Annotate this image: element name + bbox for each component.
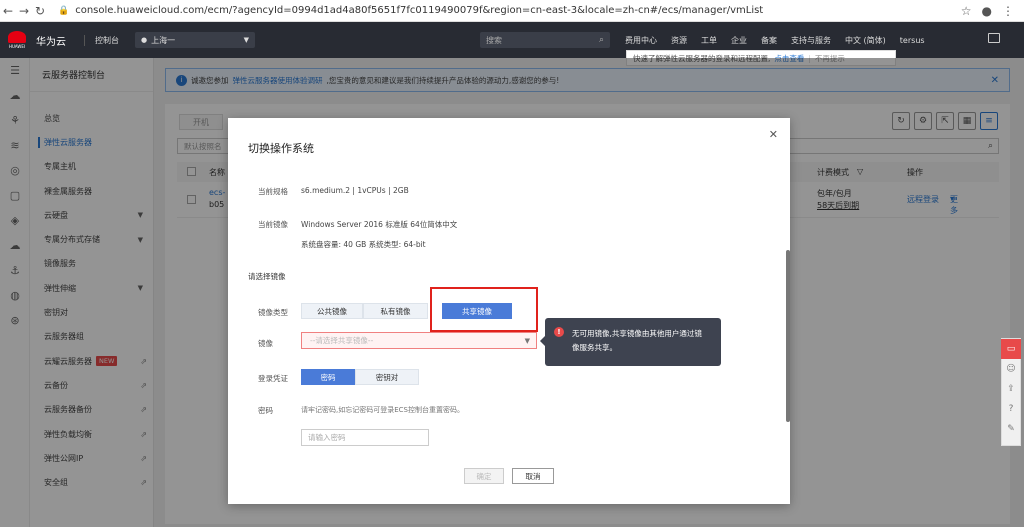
- language-selector[interactable]: 中文 (简体): [845, 35, 886, 46]
- cancel-button[interactable]: 取消: [512, 468, 554, 484]
- image-label: 当前镜像: [258, 220, 288, 229]
- nav-link-billing[interactable]: 费用中心: [625, 35, 657, 46]
- smile-icon[interactable]: ☺: [1001, 359, 1021, 379]
- global-search[interactable]: 搜索 ⌕: [480, 32, 610, 48]
- keypair-tab[interactable]: 密钥对: [355, 369, 419, 385]
- close-icon[interactable]: ✕: [769, 128, 778, 141]
- select-image-heading: 请选择镜像: [248, 272, 286, 281]
- region-label: 上海一: [151, 35, 176, 45]
- spec-value: s6.medium.2 | 1vCPUs | 2GB: [301, 186, 409, 195]
- spec-label: 当前规格: [258, 187, 288, 196]
- back-icon[interactable]: ←: [0, 4, 16, 18]
- credential-label: 登录凭证: [258, 374, 288, 383]
- star-icon[interactable]: ☆: [961, 4, 972, 18]
- floating-toolbar: ▭ ☺ ⇪ ? ✎: [1001, 338, 1021, 446]
- edit-icon[interactable]: ✎: [1001, 419, 1021, 439]
- lock-icon: 🔒: [58, 5, 70, 16]
- brand-name[interactable]: 华为云: [36, 33, 66, 48]
- huawei-logo[interactable]: HUAWEI: [0, 22, 34, 58]
- console-link[interactable]: 控制台: [84, 34, 119, 46]
- chevron-down-icon: ▼: [524, 336, 530, 345]
- help-icon[interactable]: ?: [1001, 399, 1021, 419]
- region-selector[interactable]: ● 上海一 ▼: [135, 32, 255, 48]
- select-placeholder: --请选择共享镜像--: [310, 336, 374, 345]
- account-icon[interactable]: ●: [982, 4, 992, 18]
- location-icon: ●: [141, 36, 148, 44]
- tooltip-line-1: 无可用镜像,共享镜像由其他用户通过镜: [572, 329, 702, 338]
- browser-toolbar: ← → ↻ 🔒 console.huaweicloud.com/ecm/?age…: [0, 0, 1024, 22]
- search-placeholder: 搜索: [486, 35, 502, 45]
- nav-link-resources[interactable]: 资源: [671, 35, 687, 46]
- tooltip-line-2: 像服务共享。: [572, 343, 617, 352]
- error-icon: !: [554, 327, 564, 337]
- credential-selector: 密码 密钥对: [301, 369, 419, 385]
- address-bar[interactable]: 🔒 console.huaweicloud.com/ecm/?agencyId=…: [58, 5, 961, 16]
- disk-value: 系统盘容量: 40 GB 系统类型: 64-bit: [301, 240, 426, 249]
- nav-link-filing[interactable]: 备案: [761, 35, 777, 46]
- feedback-icon[interactable]: ▭: [1001, 339, 1021, 359]
- dialog-scrollbar[interactable]: [786, 250, 790, 422]
- password-hint: 请牢记密码,如忘记密码可登录ECS控制台重置密码。: [301, 406, 464, 414]
- switch-os-dialog: 切换操作系统 ✕ 当前规格 s6.medium.2 | 1vCPUs | 2GB…: [228, 118, 790, 504]
- public-image-tab[interactable]: 公共镜像: [301, 303, 363, 319]
- password-tab[interactable]: 密码: [301, 369, 355, 385]
- mirror-label: 镜像: [258, 339, 273, 348]
- forward-icon[interactable]: →: [16, 4, 32, 18]
- url-text: console.huaweicloud.com/ecm/?agencyId=09…: [75, 5, 764, 16]
- nav-link-enterprise[interactable]: 企业: [731, 35, 747, 46]
- menu-icon[interactable]: ⋮: [1002, 4, 1014, 18]
- chevron-down-icon: ▼: [243, 36, 249, 44]
- logo-flower-icon: [8, 31, 26, 43]
- shared-image-select[interactable]: --请选择共享镜像-- ▼: [301, 332, 537, 349]
- mail-icon[interactable]: [988, 33, 1000, 43]
- reload-icon[interactable]: ↻: [32, 4, 48, 18]
- nav-link-support[interactable]: 支持与服务: [791, 35, 831, 46]
- nav-link-tickets[interactable]: 工单: [701, 35, 717, 46]
- password-label: 密码: [258, 406, 273, 415]
- logo-text: HUAWEI: [8, 44, 26, 49]
- password-placeholder: 请输入密码: [308, 433, 346, 442]
- highlight-box: [430, 287, 538, 332]
- confirm-button[interactable]: 确定: [464, 468, 504, 484]
- user-menu[interactable]: tersus: [900, 36, 925, 45]
- no-image-tooltip: ! 无可用镜像,共享镜像由其他用户通过镜 像服务共享。: [540, 318, 721, 366]
- image-value: Windows Server 2016 标准版 64位简体中文: [301, 220, 458, 229]
- image-type-label: 镜像类型: [258, 308, 288, 317]
- password-input[interactable]: 请输入密码: [301, 429, 429, 446]
- search-icon[interactable]: ⌕: [599, 35, 604, 45]
- dialog-title: 切换操作系统: [248, 142, 314, 155]
- cloud-upload-icon[interactable]: ⇪: [1001, 379, 1021, 399]
- private-image-tab[interactable]: 私有镜像: [363, 303, 428, 319]
